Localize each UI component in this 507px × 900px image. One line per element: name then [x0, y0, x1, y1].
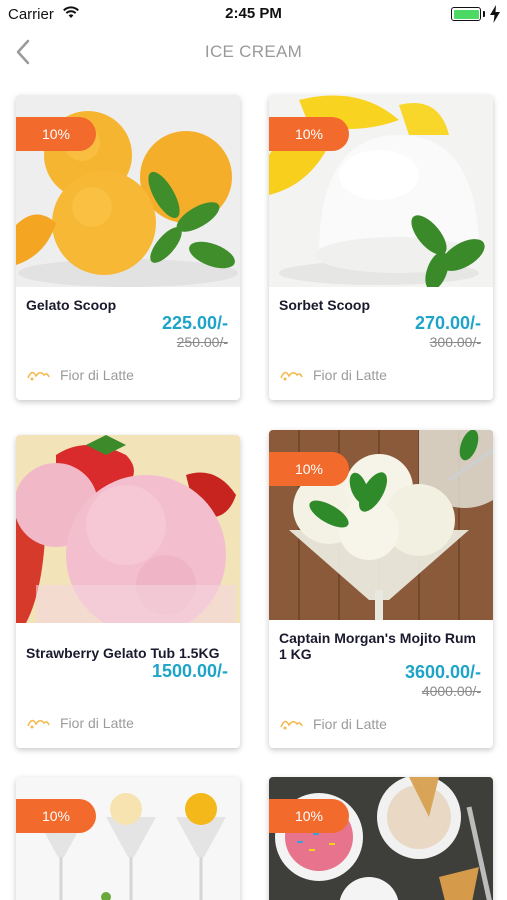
- battery-icon: [451, 7, 481, 21]
- navigation-bar: ICE CREAM: [0, 28, 507, 78]
- status-bar: Carrier 2:45 PM: [0, 0, 507, 28]
- product-image-strawberry-gelato: [16, 435, 240, 623]
- charging-bolt-icon: [490, 5, 500, 23]
- status-time: 2:45 PM: [225, 5, 282, 22]
- discount-badge: 10%: [269, 452, 349, 486]
- discount-badge: 10%: [16, 799, 96, 833]
- product-image-sprinkles-bowls: [269, 777, 493, 900]
- product-name: Strawberry Gelato Tub 1.5KG: [26, 645, 220, 661]
- product-old-price: 250.00/-: [176, 334, 228, 350]
- battery-nub: [483, 11, 485, 17]
- brand-logo-icon: [27, 719, 50, 729]
- product-price: 1500.00/-: [151, 661, 228, 681]
- product-card[interactable]: 10% Gelato Scoop 225.00/- 250.00/- Fior …: [16, 95, 240, 400]
- product-card[interactable]: 10% Sorbet Scoop 270.00/- 300.00/- Fior …: [269, 95, 493, 400]
- product-name: Sorbet Scoop: [279, 297, 371, 313]
- product-card[interactable]: 10%: [16, 777, 240, 900]
- discount-badge: 10%: [269, 117, 349, 151]
- product-price: 3600.00/-: [404, 662, 481, 682]
- product-name: Gelato Scoop: [26, 297, 117, 313]
- page-title: ICE CREAM: [204, 42, 303, 61]
- product-price: 225.00/-: [161, 313, 228, 333]
- brand-logo-icon: [280, 720, 303, 730]
- product-card[interactable]: Strawberry Gelato Tub 1.5KG 1500.00/- Fi…: [16, 435, 240, 748]
- product-card[interactable]: 10%: [269, 777, 493, 900]
- brand-logo-icon: [27, 371, 50, 381]
- brand-name: Fior di Latte: [313, 367, 387, 383]
- product-image-sorbet-glasses: [16, 777, 240, 900]
- product-price: 270.00/-: [414, 313, 481, 333]
- discount-badge: 10%: [269, 799, 349, 833]
- brand-name: Fior di Latte: [60, 367, 134, 383]
- product-old-price: 4000.00/-: [421, 683, 481, 699]
- brand-name: Fior di Latte: [313, 716, 387, 732]
- product-card[interactable]: 10% Captain Morgan's Mojito Rum 1 KG 360…: [269, 430, 493, 748]
- brand-logo-icon: [280, 371, 303, 381]
- product-old-price: 300.00/-: [429, 334, 481, 350]
- discount-badge: 10%: [16, 117, 96, 151]
- brand-name: Fior di Latte: [60, 715, 134, 731]
- product-name: Captain Morgan's Mojito Rum 1 KG: [279, 630, 476, 662]
